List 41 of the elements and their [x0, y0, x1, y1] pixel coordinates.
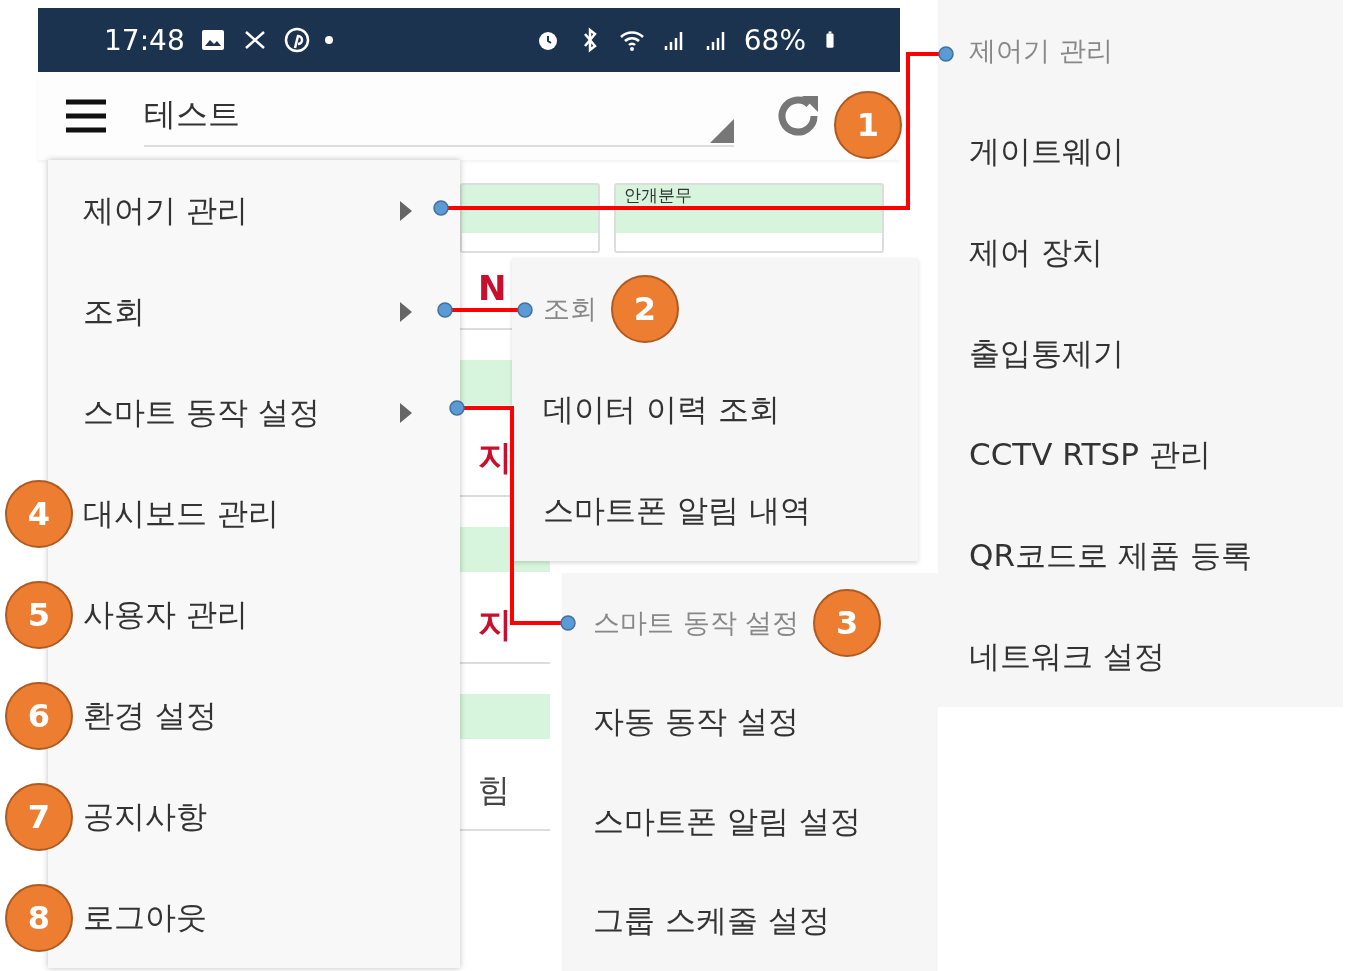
cell-text: 힘 [478, 771, 510, 809]
callout-number: 6 [5, 681, 73, 750]
callout-number: 5 [5, 580, 73, 649]
dropdown-corner-icon [710, 119, 734, 143]
submenu-header: 스마트 동작 설정 [593, 605, 800, 640]
menu-item[interactable]: 공지사항 [78, 766, 460, 867]
menu-icon[interactable] [66, 99, 106, 133]
submenu-item[interactable]: 자동 동작 설정 [562, 672, 938, 772]
dot-icon [324, 36, 333, 44]
submenu-item[interactable]: 스마트폰 알림 내역 [512, 460, 918, 561]
status-time: 17:48 [104, 23, 185, 57]
submenu-item[interactable]: CCTV RTSP 관리 [938, 404, 1343, 505]
submenu-item[interactable]: 게이트웨이 [938, 101, 1343, 202]
menu-item[interactable]: 사용자 관리 [78, 564, 460, 665]
menu-item[interactable]: 제어기 관리 [78, 160, 460, 261]
pin-icon [282, 26, 311, 54]
callout-number: 7 [5, 782, 73, 851]
status-text: N [478, 268, 507, 308]
submenu-item[interactable]: 출입통제기 [938, 303, 1343, 404]
submenu-item[interactable]: 제어 장치 [938, 202, 1343, 303]
battery-percent: 68% [743, 23, 806, 57]
callout-number: 2 [611, 274, 679, 343]
menu-item[interactable]: 로그아웃 [78, 867, 460, 968]
menu-item[interactable]: 대시보드 관리 [78, 463, 460, 564]
site-select[interactable]: 테스트 [144, 85, 734, 147]
callout-number: 3 [813, 588, 882, 657]
menu-item[interactable]: 조회 [78, 261, 460, 362]
submenu-item[interactable]: QR코드로 제품 등록 [938, 505, 1343, 606]
submenu-header: 조회 [543, 291, 597, 326]
menu-item[interactable]: 스마트 동작 설정 [78, 362, 460, 463]
submenu-item[interactable]: 스마트폰 알림 설정 [562, 772, 938, 872]
status-text: 지 [478, 437, 512, 477]
submenu-item[interactable]: 그룹 스케줄 설정 [562, 871, 938, 971]
submenu-header: 제어기 관리 [969, 33, 1113, 68]
table-header-cell: 안개분무 [614, 183, 884, 253]
status-text: 지 [478, 604, 512, 644]
callout-number: 4 [5, 479, 73, 548]
submenu-item[interactable]: 네트워크 설정 [938, 606, 1343, 707]
submenu-item[interactable]: 데이터 이력 조회 [512, 359, 918, 460]
callout-number: 8 [5, 883, 73, 952]
menu-item[interactable]: 환경 설정 [78, 665, 460, 766]
